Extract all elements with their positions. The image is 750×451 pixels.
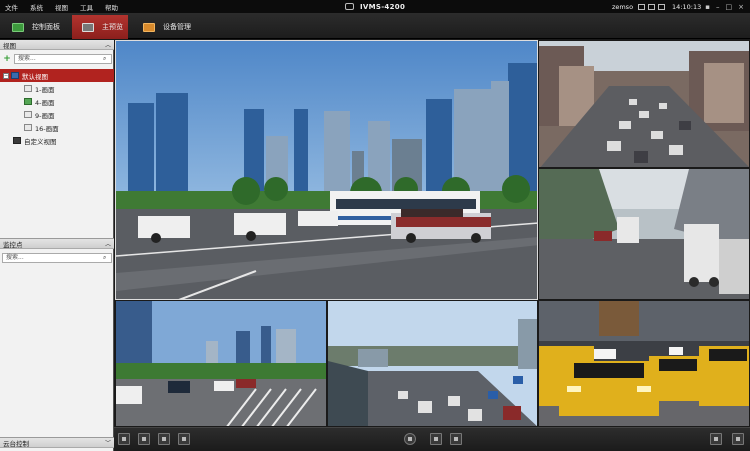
close-icon[interactable]: ×: [738, 3, 744, 11]
left-panel: 视图 ︿ + 搜索... ⌕ − 默认视图 1-画面 4-画面 9-画面 16-…: [0, 40, 114, 451]
tab-label: 控制面板: [32, 23, 60, 31]
view-search-placeholder: 搜索...: [18, 54, 36, 62]
main-view-icon: [82, 22, 94, 32]
ptz-section-title: 云台控制: [3, 439, 29, 448]
tree-node-9-screen[interactable]: 9-画面: [0, 108, 114, 121]
video-frame: [539, 169, 749, 299]
view-folder-icon: [11, 72, 19, 79]
mail-icon[interactable]: [638, 3, 646, 10]
menu-bar: 文件 系统 视图 工具 帮助 IVMS-4200 zemso 14:10:13 …: [0, 0, 750, 13]
control-panel-icon: [12, 22, 24, 32]
clock: 14:10:13: [672, 2, 702, 11]
camera-search-placeholder: 搜索...: [6, 253, 24, 261]
next-icon[interactable]: [450, 433, 462, 445]
add-view-icon[interactable]: +: [2, 54, 12, 64]
video-window-1[interactable]: [115, 40, 538, 300]
menu-file[interactable]: 文件: [5, 2, 18, 12]
tab-label: 主预览: [102, 23, 123, 31]
device-management-icon: [143, 22, 155, 32]
layout-menu-icon[interactable]: [710, 433, 722, 445]
video-window-4[interactable]: [115, 300, 327, 427]
tab-control-panel[interactable]: 控制面板: [12, 15, 60, 39]
screen-1-icon: [24, 85, 32, 92]
video-frame: [116, 301, 326, 426]
video-grid: [115, 40, 750, 427]
camera-section-header[interactable]: 监控点 ︿: [0, 239, 114, 249]
video-frame: [539, 301, 749, 426]
video-window-3[interactable]: [538, 168, 750, 300]
tree-node-label: 16-画面: [35, 124, 59, 133]
camera-section-title: 监控点: [3, 240, 23, 249]
app-title: IVMS-4200: [360, 2, 406, 11]
tree-node-16-screen[interactable]: 16-画面: [0, 121, 114, 134]
audio-icon[interactable]: [178, 433, 190, 445]
menu-system[interactable]: 系统: [30, 2, 43, 12]
tree-node-label: 1-画面: [35, 85, 55, 94]
ptz-section-header[interactable]: 云台控制 ﹀: [0, 438, 114, 448]
screen-4-icon: [24, 98, 32, 105]
fullscreen-icon[interactable]: [732, 433, 744, 445]
collapse-icon[interactable]: ︿: [105, 40, 111, 49]
camera-search-input[interactable]: 搜索... ⌕: [2, 252, 112, 263]
menu-view[interactable]: 视图: [55, 2, 68, 12]
bottom-toolbar: [114, 427, 750, 451]
tree-node-label: 9-画面: [35, 111, 55, 120]
tab-bar: 控制面板 主预览 设备管理: [0, 13, 750, 39]
user-name: zemso: [611, 2, 634, 11]
tab-device-management[interactable]: 设备管理: [143, 15, 191, 39]
video-window-2[interactable]: [538, 40, 750, 168]
video-window-6[interactable]: [538, 300, 750, 427]
tab-label: 设备管理: [163, 23, 191, 31]
previous-icon[interactable]: [430, 433, 442, 445]
maximize-icon[interactable]: □: [726, 3, 733, 11]
app-title-area: IVMS-4200: [345, 0, 405, 13]
layout-grid-icon[interactable]: [138, 433, 150, 445]
cpu-icon[interactable]: [658, 3, 666, 10]
menu-tools[interactable]: 工具: [80, 2, 93, 12]
view-search-input[interactable]: 搜索... ⌕: [14, 53, 112, 64]
search-icon[interactable]: ⌕: [103, 55, 110, 63]
video-frame: [328, 301, 537, 426]
screen-16-icon: [24, 124, 32, 131]
tree-node-1-screen[interactable]: 1-画面: [0, 82, 114, 95]
monitor-icon[interactable]: [648, 3, 656, 10]
collapse-icon[interactable]: ︿: [105, 239, 111, 248]
collapse-node-icon[interactable]: −: [3, 72, 9, 79]
view-section-title: 视图: [3, 41, 16, 50]
tab-main-view[interactable]: 主预览: [72, 15, 128, 39]
app-logo-icon: [345, 3, 354, 10]
tree-node-label: 自定义视图: [24, 137, 57, 146]
tree-node-custom-view[interactable]: 自定义视图: [0, 134, 114, 147]
tree-node-default-view[interactable]: − 默认视图: [0, 69, 114, 82]
status-area: zemso 14:10:13 ▪ – □ ×: [612, 0, 750, 13]
video-window-5[interactable]: [327, 300, 538, 427]
stop-all-icon[interactable]: [158, 433, 170, 445]
custom-view-icon: [13, 137, 21, 144]
tree-node-label: 默认视图: [22, 72, 48, 81]
cycle-icon[interactable]: [404, 433, 416, 445]
main-menu: 文件 系统 视图 工具 帮助: [0, 2, 130, 12]
tree-node-4-screen[interactable]: 4-画面: [0, 95, 114, 108]
video-frame: [116, 41, 537, 299]
tree-node-label: 4-画面: [35, 98, 55, 107]
expand-icon[interactable]: ﹀: [105, 438, 111, 447]
screen-9-icon: [24, 111, 32, 118]
menu-help[interactable]: 帮助: [105, 2, 118, 12]
layout-window-icon[interactable]: [118, 433, 130, 445]
camera-search-row: 搜索... ⌕: [0, 251, 114, 264]
lock-icon[interactable]: ▪: [705, 3, 710, 11]
search-icon[interactable]: ⌕: [103, 254, 110, 262]
view-section-header[interactable]: 视图 ︿: [0, 40, 114, 50]
view-tree: − 默认视图 1-画面 4-画面 9-画面 16-画面 自定义视图: [0, 69, 114, 147]
video-frame: [539, 41, 749, 167]
minimize-icon[interactable]: –: [716, 3, 720, 11]
view-search-row: + 搜索... ⌕: [0, 52, 114, 65]
